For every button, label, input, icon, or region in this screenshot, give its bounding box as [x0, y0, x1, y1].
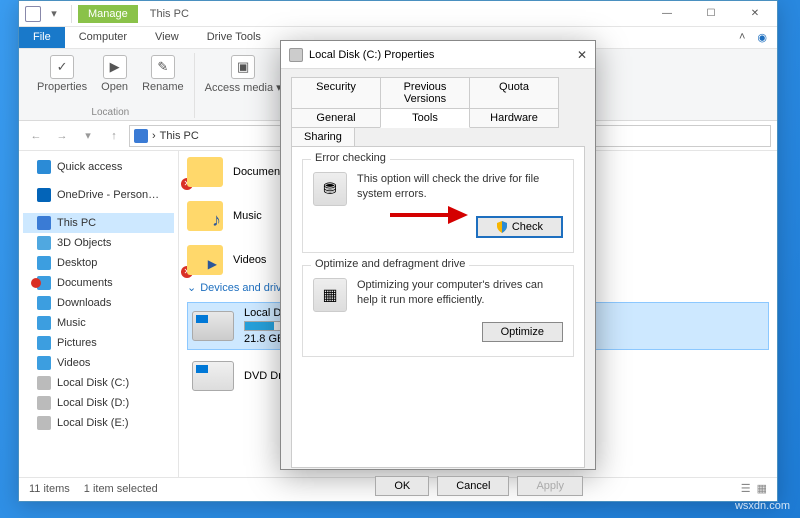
nav-documents[interactable]: Documents	[23, 273, 174, 293]
up-button[interactable]: ↑	[103, 125, 125, 147]
apply-button[interactable]: Apply	[517, 476, 583, 496]
star-icon	[37, 160, 51, 174]
defrag-icon: ▦	[313, 278, 347, 312]
check-button[interactable]: Check	[476, 216, 563, 238]
nav-videos[interactable]: Videos	[23, 353, 174, 373]
tab-security[interactable]: Security	[291, 77, 381, 109]
dialog-close-button[interactable]: ✕	[577, 48, 587, 62]
dvd-icon	[192, 361, 234, 391]
window-title: This PC	[150, 8, 189, 20]
breadcrumb-root[interactable]: This PC	[160, 130, 199, 142]
ok-button[interactable]: OK	[375, 476, 429, 496]
back-button[interactable]: ←	[25, 125, 47, 147]
rename-button[interactable]: ✎Rename	[140, 53, 186, 95]
pc-icon	[37, 216, 51, 230]
nav-pane[interactable]: Quick access OneDrive - Person… This PC …	[19, 151, 179, 477]
folder-icon	[187, 245, 223, 275]
group-label: Optimize and defragment drive	[311, 258, 469, 270]
drive-tools-menu[interactable]: Drive Tools	[193, 27, 275, 48]
tab-quota[interactable]: Quota	[469, 77, 559, 109]
nav-desktop[interactable]: Desktop	[23, 253, 174, 273]
group-label-location: Location	[91, 107, 129, 118]
documents-icon	[37, 276, 51, 290]
nav-music[interactable]: Music	[23, 313, 174, 333]
status-selected: 1 item selected	[84, 483, 158, 495]
cancel-button[interactable]: Cancel	[437, 476, 509, 496]
close-button[interactable]: ✕	[733, 1, 777, 27]
dialog-titlebar[interactable]: Local Disk (C:) Properties ✕	[281, 41, 595, 69]
disk-icon	[289, 48, 303, 62]
pc-icon	[134, 129, 148, 143]
nav-local-disk-c[interactable]: Local Disk (C:)	[23, 373, 174, 393]
group-defragment: Optimize and defragment drive ▦ Optimizi…	[302, 265, 574, 357]
disk-check-icon: ⛃	[313, 172, 347, 206]
dialog-tabs: Security Previous Versions Quota General…	[291, 77, 585, 146]
tab-sharing[interactable]: Sharing	[291, 127, 355, 147]
nav-downloads[interactable]: Downloads	[23, 293, 174, 313]
optimize-button[interactable]: Optimize	[482, 322, 563, 342]
media-icon: ▣	[231, 55, 255, 79]
manage-context-tab[interactable]: Manage	[78, 5, 138, 23]
disk-icon	[192, 311, 234, 341]
cloud-icon	[37, 188, 51, 202]
breadcrumb-sep: ›	[152, 130, 156, 142]
nav-pictures[interactable]: Pictures	[23, 333, 174, 353]
disk-icon	[37, 376, 51, 390]
maximize-button[interactable]: ☐	[689, 1, 733, 27]
cube-icon	[37, 236, 51, 250]
shield-icon	[496, 221, 508, 233]
view-large-icon[interactable]: ▦	[757, 482, 767, 495]
pictures-icon	[37, 336, 51, 350]
minimize-button[interactable]: —	[645, 1, 689, 27]
videos-icon	[37, 356, 51, 370]
ribbon-group-location: ✓Properties ▶Open ✎Rename Location	[27, 53, 195, 118]
nav-3d-objects[interactable]: 3D Objects	[23, 233, 174, 253]
disk-icon	[37, 416, 51, 430]
annotation-arrow	[388, 204, 468, 229]
properties-dialog: Local Disk (C:) Properties ✕ Security Pr…	[280, 40, 596, 470]
error-check-description: This option will check the drive for fil…	[357, 172, 563, 202]
folder-icon	[187, 157, 223, 187]
properties-icon: ✓	[50, 55, 74, 79]
view-details-icon[interactable]: ☰	[741, 482, 751, 495]
watermark: wsxdn.com	[735, 500, 790, 512]
file-menu[interactable]: File	[19, 27, 65, 48]
desktop-icon	[37, 256, 51, 270]
ribbon-collapse-icon[interactable]: ˄	[729, 27, 755, 48]
access-media-button[interactable]: ▣Access media ▾	[203, 53, 284, 96]
dialog-buttons: OK Cancel Apply	[281, 468, 595, 504]
rename-icon: ✎	[151, 55, 175, 79]
downloads-icon	[37, 296, 51, 310]
qat-dropdown-icon[interactable]: ▾	[47, 7, 61, 21]
nav-this-pc[interactable]: This PC	[23, 213, 174, 233]
view-menu[interactable]: View	[141, 27, 193, 48]
music-icon	[37, 316, 51, 330]
help-icon[interactable]: ◉	[755, 27, 777, 48]
open-button[interactable]: ▶Open	[99, 53, 130, 95]
nav-onedrive[interactable]: OneDrive - Person…	[23, 185, 174, 205]
status-item-count: 11 items	[29, 483, 70, 495]
tab-previous-versions[interactable]: Previous Versions	[380, 77, 470, 109]
app-icon	[25, 6, 41, 22]
open-icon: ▶	[103, 55, 127, 79]
tab-panel-tools: Error checking ⛃ This option will check …	[291, 146, 585, 468]
computer-menu[interactable]: Computer	[65, 27, 141, 48]
dialog-title: Local Disk (C:) Properties	[309, 49, 434, 61]
tab-tools[interactable]: Tools	[380, 108, 470, 128]
tab-general[interactable]: General	[291, 108, 381, 128]
tab-hardware[interactable]: Hardware	[469, 108, 559, 128]
nav-local-disk-d[interactable]: Local Disk (D:)	[23, 393, 174, 413]
properties-button[interactable]: ✓Properties	[35, 53, 89, 95]
forward-button[interactable]: →	[51, 125, 73, 147]
group-label: Error checking	[311, 152, 390, 164]
nav-local-disk-e[interactable]: Local Disk (E:)	[23, 413, 174, 433]
titlebar[interactable]: ▾ Manage This PC — ☐ ✕	[19, 1, 777, 27]
folder-icon	[187, 201, 223, 231]
separator	[71, 5, 72, 23]
defrag-description: Optimizing your computer's drives can he…	[357, 278, 563, 308]
disk-icon	[37, 396, 51, 410]
history-dropdown[interactable]: ▾	[77, 125, 99, 147]
nav-quick-access[interactable]: Quick access	[23, 157, 174, 177]
